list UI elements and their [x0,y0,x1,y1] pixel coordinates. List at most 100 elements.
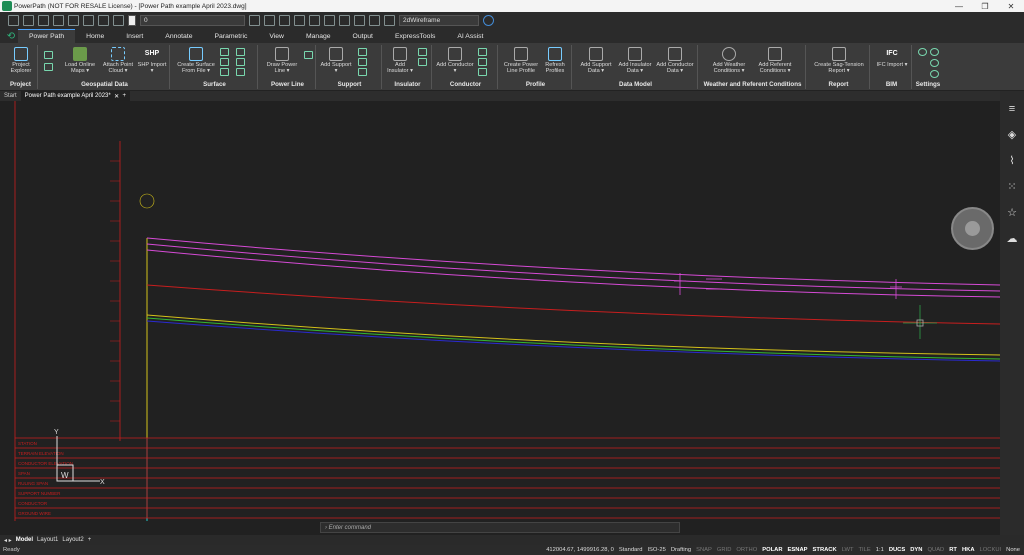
status-toggle-hka[interactable]: HKA [961,547,976,553]
conductor-tool-1-icon[interactable] [478,48,487,56]
status-toggle-lockui[interactable]: LOCKUI [979,547,1003,553]
lightbulb-icon[interactable] [113,15,124,26]
status-toggle-quad[interactable]: QUAD [927,547,946,553]
save-as-icon[interactable] [53,15,64,26]
command-input[interactable]: Enter command [329,525,371,531]
status-toggle-ducs[interactable]: DUCS [888,547,906,553]
load-online-maps-button[interactable]: Load Online Maps ▾ [62,47,98,74]
power-line-tool-icon[interactable] [304,51,313,59]
surface-tool-1-icon[interactable] [220,48,229,56]
tab-drawing[interactable]: Power Path example April 2023* ✕ + [20,91,130,101]
create-surface-button[interactable]: Create Surface From File ▾ [174,47,218,74]
layer-lock-icon[interactable] [294,15,305,26]
cloud-upload-icon[interactable]: ☁ [1006,233,1018,245]
add-support-data-button[interactable]: Add Support Data ▾ [576,47,616,74]
visual-style-select[interactable]: 2dWireframe [399,15,479,26]
map-layer-icon[interactable] [44,63,53,71]
attachment-icon[interactable]: ⌇ [1006,155,1018,167]
tab-output[interactable]: Output [342,29,384,43]
status-toggle-rt[interactable]: RT [948,547,958,553]
status-toggle-grid[interactable]: GRID [716,547,733,553]
profile-drawing[interactable]: STATION TERRAIN ELEVATION CONDUCTOR ELEV… [0,101,1000,543]
surface-tool-4-icon[interactable] [236,48,245,56]
layer-walk-icon[interactable] [324,15,335,26]
maximize-button[interactable]: ❐ [972,0,998,12]
new-file-icon[interactable] [8,15,19,26]
settings-clock-icon[interactable] [930,48,939,56]
status-toggle-snap[interactable]: SNAP [695,547,713,553]
status-toggle-iso-25[interactable]: ISO-25 [646,547,666,553]
support-tool-3-icon[interactable] [358,68,367,76]
tab-annotate[interactable]: Annotate [154,29,203,43]
refresh-profiles-button[interactable]: Refresh Profiles [540,47,570,74]
support-tool-1-icon[interactable] [358,48,367,56]
add-insulator-data-button[interactable]: Add Insulator Data ▾ [616,47,654,74]
tab-manage[interactable]: Manage [295,29,342,43]
add-conductor-data-button[interactable]: Add Conductor Data ▾ [654,47,696,74]
layout-nav-icon[interactable]: ◂ ▸ [4,537,12,544]
surface-tool-2-icon[interactable] [220,58,229,66]
draw-power-line-button[interactable]: Draw Power Line ▾ [262,47,302,74]
layout-tab-2[interactable]: Layout2 [62,537,83,543]
close-tab-icon[interactable]: ✕ [114,93,119,100]
tab-power-path[interactable]: Power Path [18,29,76,43]
status-toggle-strack[interactable]: STRACK [812,547,838,553]
tab-home[interactable]: Home [75,29,115,43]
table-icon[interactable] [354,15,365,26]
redo-icon[interactable] [98,15,109,26]
tab-start[interactable]: Start [0,91,21,101]
status-toggle-polar[interactable]: POLAR [761,547,783,553]
help-icon[interactable] [483,15,494,26]
tab-view[interactable]: View [258,29,295,43]
star-icon[interactable]: ☆ [1006,207,1018,219]
tab-insert[interactable]: Insert [115,29,154,43]
layer-tools-icon[interactable] [264,15,275,26]
tab-parametric[interactable]: Parametric [204,29,259,43]
add-referent-conditions-button[interactable]: Add Referent Conditions ▾ [752,47,798,74]
status-toggle-esnap[interactable]: ESNAP [787,547,809,553]
minimize-button[interactable]: — [946,0,972,12]
visual-style-icon[interactable] [384,15,395,26]
add-support-button[interactable]: Add Support ▾ [320,47,352,74]
grid-icon[interactable]: ⁙ [1006,181,1018,193]
undo-icon[interactable] [83,15,94,26]
status-toggle-drafting[interactable]: Drafting [670,547,692,553]
settings-info-icon[interactable] [930,70,939,78]
conductor-tool-3-icon[interactable] [478,68,487,76]
layer-manager-icon[interactable] [369,15,380,26]
surface-tool-3-icon[interactable] [220,68,229,76]
project-explorer-button[interactable]: Project Explorer [6,47,36,74]
add-weather-conditions-button[interactable]: Add Weather Conditions ▾ [706,47,752,74]
close-button[interactable]: ✕ [998,0,1024,12]
print-icon[interactable] [68,15,79,26]
layers-icon[interactable]: ◈ [1006,129,1018,141]
surface-tool-5-icon[interactable] [236,58,245,66]
tab-expresstools[interactable]: ExpressTools [384,29,446,43]
surface-tool-6-icon[interactable] [236,68,245,76]
status-toggle-ortho[interactable]: ORTHO [735,547,758,553]
create-power-line-profile-button[interactable]: Create Power Line Profile [502,47,540,74]
drawing-canvas[interactable]: STATION TERRAIN ELEVATION CONDUCTOR ELEV… [0,101,1000,543]
status-toggle-1-1[interactable]: 1:1 [875,547,885,553]
map-small-icon[interactable] [44,51,53,59]
command-line[interactable]: › Enter command [320,522,680,533]
properties-icon[interactable]: ≡ [1006,103,1018,115]
shp-import-button[interactable]: SHP SHP Import ▾ [136,47,168,74]
ifc-import-button[interactable]: IFC IFC Import ▾ [874,47,910,68]
add-layout-icon[interactable]: + [88,537,92,543]
layer-select[interactable]: 0 [140,15,245,26]
attach-point-cloud-button[interactable]: Attach Point Cloud ▾ [100,47,136,74]
status-toggle-tile[interactable]: TILE [858,547,872,553]
add-insulator-button[interactable]: Add Insulator ▾ [386,47,414,74]
add-conductor-button[interactable]: Add Conductor ▾ [436,47,474,74]
settings-options-icon[interactable] [930,59,939,67]
open-file-icon[interactable] [23,15,34,26]
save-icon[interactable] [38,15,49,26]
status-toggle-dyn[interactable]: DYN [909,547,923,553]
create-sag-tension-report-button[interactable]: Create Sag-Tension Report ▾ [810,47,868,74]
insulator-tool-1-icon[interactable] [418,48,427,56]
layer-isolate-icon[interactable] [309,15,320,26]
layer-freeze-icon[interactable] [279,15,290,26]
status-toggle-lwt[interactable]: LWT [841,547,855,553]
status-toggle-standard[interactable]: Standard [618,547,644,553]
